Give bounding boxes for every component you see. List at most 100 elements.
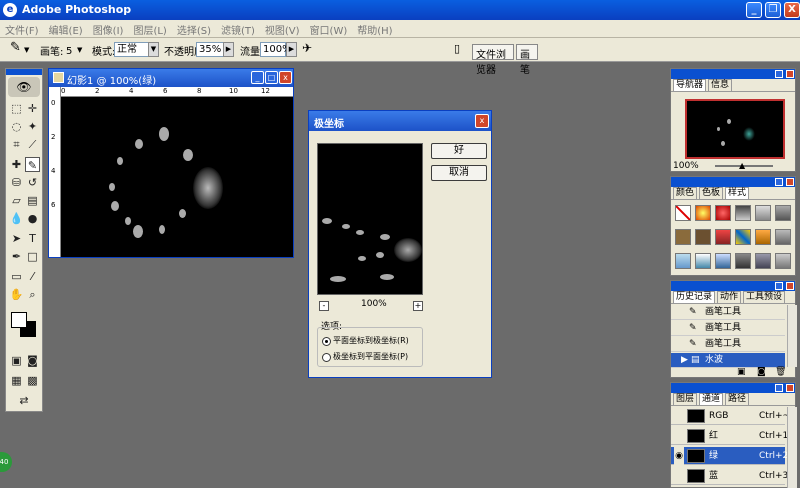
style-swatch[interactable]: [755, 205, 771, 221]
lasso-tool-icon[interactable]: ◌: [9, 119, 24, 134]
polar-to-rect-label[interactable]: 极坐标到平面坐标(P): [333, 351, 408, 362]
document-title-bar[interactable]: 幻影1 @ 100%(绿) _ □ x: [49, 69, 293, 87]
palette-header[interactable]: [671, 69, 795, 79]
new-document-from-state-icon[interactable]: ▣: [737, 367, 746, 377]
palette-close-button[interactable]: [786, 384, 794, 392]
tab-channels[interactable]: 通道: [699, 393, 724, 405]
rectangle-tool-icon[interactable]: □: [25, 249, 40, 264]
brush-tool-icon[interactable]: ✎: [25, 157, 40, 172]
filter-preview[interactable]: [317, 143, 423, 295]
document-canvas[interactable]: [61, 97, 293, 257]
style-swatch[interactable]: [715, 253, 731, 269]
palette-header[interactable]: [671, 281, 795, 291]
flow-slider-button[interactable]: ▶: [286, 42, 297, 57]
tab-actions[interactable]: 动作: [717, 291, 742, 303]
dialog-close-button[interactable]: x: [475, 114, 489, 128]
palette-minimize-button[interactable]: [775, 282, 783, 290]
tab-brushes[interactable]: 画笔: [516, 44, 538, 76]
style-swatch[interactable]: [675, 253, 691, 269]
palette-minimize-button[interactable]: [775, 70, 783, 78]
close-button[interactable]: X: [784, 2, 800, 18]
dialog-title-bar[interactable]: 极坐标 x: [309, 111, 491, 131]
menu-edit[interactable]: 编辑(E): [44, 20, 88, 37]
tab-tool-presets[interactable]: 工具预设: [743, 291, 786, 303]
type-tool-icon[interactable]: T: [25, 231, 40, 246]
history-scrollbar[interactable]: [787, 305, 797, 367]
notes-tool-icon[interactable]: ▭: [9, 269, 24, 284]
eyedropper-tool-icon[interactable]: ⁄: [25, 269, 40, 284]
full-screen-mode-icon[interactable]: ▩: [25, 373, 40, 388]
channel-row-red[interactable]: 红 Ctrl+1: [671, 427, 788, 445]
opacity-input[interactable]: 35%: [196, 42, 224, 57]
palette-minimize-button[interactable]: [775, 178, 783, 186]
tab-swatches[interactable]: 色板: [699, 187, 724, 199]
rect-to-polar-label[interactable]: 平面坐标到极坐标(R): [333, 335, 409, 346]
hand-tool-icon[interactable]: ✋: [9, 287, 24, 302]
palette-header[interactable]: [671, 177, 795, 187]
adobe-logo-icon[interactable]: 👁: [8, 77, 40, 97]
brush-tool-icon[interactable]: ✎: [10, 40, 21, 55]
dodge-tool-icon[interactable]: ●: [25, 211, 40, 226]
restore-button[interactable]: ❐: [765, 2, 781, 18]
history-item[interactable]: ✎ 画笔工具: [671, 321, 785, 336]
brush-size[interactable]: 5: [66, 46, 72, 57]
eraser-tool-icon[interactable]: ▱: [9, 193, 24, 208]
gradient-tool-icon[interactable]: ▤: [25, 193, 40, 208]
navigator-slider-thumb[interactable]: ▲: [739, 161, 745, 170]
zoom-in-button[interactable]: +: [413, 301, 423, 311]
clone-stamp-tool-icon[interactable]: ⛁: [9, 175, 24, 190]
palette-minimize-button[interactable]: [775, 384, 783, 392]
rect-to-polar-radio[interactable]: [322, 337, 331, 346]
doc-close-button[interactable]: x: [279, 71, 292, 84]
style-swatch[interactable]: [755, 229, 771, 245]
style-swatch[interactable]: [695, 205, 711, 221]
style-swatch[interactable]: [695, 253, 711, 269]
style-swatch[interactable]: [775, 229, 791, 245]
palette-close-button[interactable]: [786, 70, 794, 78]
floating-badge[interactable]: 40: [0, 452, 12, 472]
channel-row-green[interactable]: ◉ 绿 Ctrl+2: [671, 447, 788, 465]
style-swatch[interactable]: [755, 253, 771, 269]
blur-tool-icon[interactable]: 💧: [9, 211, 24, 226]
style-swatch[interactable]: [735, 253, 751, 269]
tool-preset-dropdown[interactable]: ▼: [24, 46, 29, 54]
history-item-selected[interactable]: ▶ ▤ 水波: [671, 353, 785, 368]
history-item[interactable]: ✎ 画笔工具: [671, 337, 785, 352]
doc-maximize-button[interactable]: □: [265, 71, 278, 84]
palette-close-button[interactable]: [786, 178, 794, 186]
tab-file-browser[interactable]: 文件浏览器: [472, 44, 514, 76]
marquee-tool-icon[interactable]: ⬚: [9, 101, 24, 116]
opacity-slider-button[interactable]: ▶: [223, 42, 234, 57]
navigator-zoom[interactable]: 100%: [673, 161, 699, 171]
flow-input[interactable]: 100%: [260, 42, 292, 57]
menu-image[interactable]: 图像(I): [88, 20, 129, 37]
mode-dropdown-arrow[interactable]: ▼: [148, 42, 159, 57]
tab-info[interactable]: 信息: [708, 79, 733, 91]
style-swatch[interactable]: [735, 205, 751, 221]
menu-window[interactable]: 窗口(W): [305, 20, 353, 37]
quick-mask-mode-icon[interactable]: ◙: [25, 353, 40, 368]
tab-color[interactable]: 颜色: [673, 187, 698, 199]
style-swatch[interactable]: [775, 253, 791, 269]
navigator-thumbnail[interactable]: [685, 99, 785, 159]
standard-mode-icon[interactable]: ▣: [9, 353, 24, 368]
style-swatch[interactable]: [775, 205, 791, 221]
trash-icon[interactable]: 🗑: [775, 367, 786, 377]
channels-scrollbar[interactable]: [787, 407, 797, 488]
tab-history[interactable]: 历史记录: [673, 291, 716, 303]
brush-picker-dropdown[interactable]: ▼: [77, 46, 82, 54]
menu-view[interactable]: 视图(V): [260, 20, 305, 37]
zoom-tool-icon[interactable]: ⌕: [25, 287, 40, 302]
menu-filter[interactable]: 滤镜(T): [216, 20, 260, 37]
move-tool-icon[interactable]: ✛: [25, 101, 40, 116]
style-none[interactable]: [675, 205, 691, 221]
palette-header[interactable]: [671, 383, 795, 393]
slice-tool-icon[interactable]: ⟋: [25, 137, 40, 152]
airbrush-icon[interactable]: ✈: [302, 41, 312, 55]
history-item[interactable]: ✎ 画笔工具: [671, 305, 785, 320]
style-swatch[interactable]: [695, 229, 711, 245]
menu-layer[interactable]: 图层(L): [128, 20, 171, 37]
style-swatch[interactable]: [715, 229, 731, 245]
healing-brush-tool-icon[interactable]: ✚: [9, 157, 24, 172]
snapshot-icon[interactable]: ◙: [757, 367, 766, 377]
